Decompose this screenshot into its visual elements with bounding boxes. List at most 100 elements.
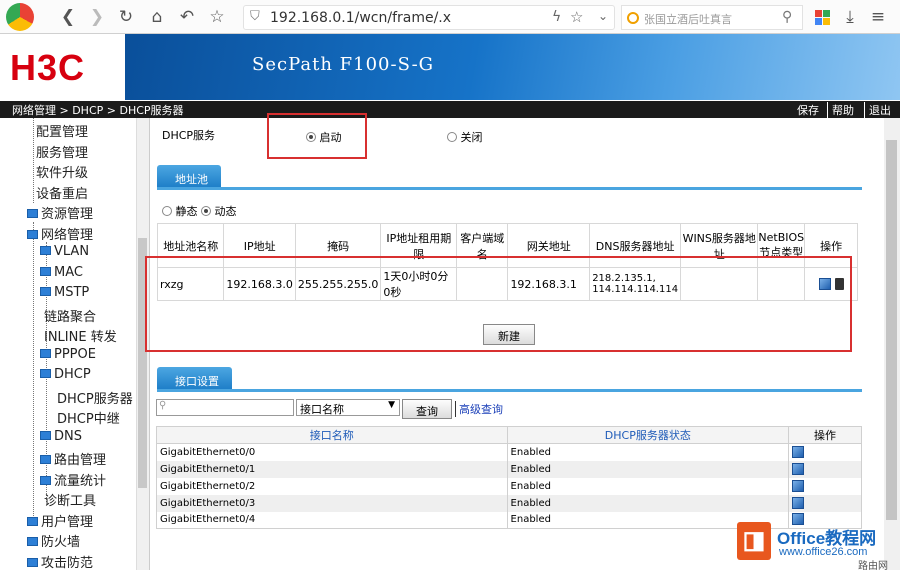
radio-static[interactable]	[162, 206, 172, 216]
sidebar-item-label: 防火墙	[41, 535, 81, 550]
sidebar-item-label: 路由管理	[54, 453, 107, 468]
folder-icon	[27, 230, 38, 239]
watermark-url: www.office26.com	[779, 546, 868, 558]
mode-dynamic-option[interactable]: 动态	[201, 203, 237, 219]
logout-link[interactable]: 退出	[864, 102, 891, 118]
sidebar-item-dhcp[interactable]: DHCP	[40, 367, 91, 382]
folder-icon	[40, 267, 51, 276]
sidebar-item-pppoe[interactable]: PPPOE	[40, 347, 96, 362]
cell-iface-status: Enabled	[507, 460, 790, 478]
sidebar-item-label: MSTP	[54, 285, 90, 300]
lightning-icon[interactable]: ϟ	[552, 9, 561, 25]
dhcp-off-option[interactable]: 关闭	[447, 129, 483, 145]
table-row: GigabitEthernet0/1 Enabled	[156, 460, 862, 478]
download-icon[interactable]: ⤓	[838, 5, 862, 29]
header-banner	[125, 34, 900, 100]
query-button[interactable]: 查询	[402, 399, 452, 419]
sidebar-item-dhcp-server[interactable]: DHCP服务器	[57, 388, 133, 407]
folder-icon	[40, 455, 51, 464]
edit-icon[interactable]	[792, 496, 805, 509]
folder-icon	[40, 476, 51, 485]
sidebar-item-upgrade[interactable]: 软件升级	[36, 162, 88, 181]
browser-logo-icon	[6, 3, 34, 31]
mode-static-label: 静态	[175, 205, 198, 218]
apps-icon[interactable]	[810, 5, 834, 29]
main-scroll-thumb[interactable]	[886, 140, 897, 520]
tab-interface-settings[interactable]: 接口设置	[157, 367, 232, 391]
sidebar-item-users[interactable]: 用户管理	[27, 511, 93, 530]
sidebar-item-vlan[interactable]: VLAN	[40, 244, 89, 259]
forward-icon[interactable]: ❯	[85, 5, 109, 29]
edit-icon[interactable]	[792, 479, 805, 492]
save-link[interactable]: 保存	[797, 102, 819, 118]
filter-select-value: 接口名称	[300, 403, 344, 416]
folder-icon	[40, 369, 51, 378]
folder-icon	[27, 537, 38, 546]
dhcp-service-label: DHCP服务	[162, 129, 216, 142]
iface-search-input[interactable]: ⚲	[156, 399, 294, 416]
search-box[interactable]: 张国立酒后吐真言 ⚲	[621, 5, 803, 30]
sidebar-item-label: DHCP	[54, 367, 91, 382]
sidebar-item-label: 流量统计	[54, 474, 107, 489]
sidebar-item-dhcp-relay[interactable]: DHCP中继	[57, 408, 120, 427]
help-link[interactable]: 帮助	[827, 102, 854, 118]
folder-icon	[27, 558, 38, 567]
sidebar-item-config[interactable]: 配置管理	[36, 121, 88, 140]
address-bar[interactable]: ⛉ 192.168.0.1/wcn/frame/.x ϟ ☆ ⌄	[243, 5, 615, 30]
sidebar-item-inline[interactable]: INLINE 转发	[44, 326, 117, 345]
edit-icon[interactable]	[792, 445, 805, 458]
radio-dynamic[interactable]	[201, 206, 211, 216]
product-name: SecPath F100-S-G	[252, 54, 435, 75]
sidebar-item-label: VLAN	[54, 244, 90, 259]
back-icon[interactable]: ❮	[56, 5, 80, 29]
sidebar-item-network[interactable]: 网络管理	[27, 224, 93, 243]
col-dhcp-status: DHCP服务器状态	[506, 426, 790, 444]
sidebar-item-dns[interactable]: DNS	[40, 429, 82, 444]
chevron-down-icon[interactable]: ⌄	[598, 9, 608, 23]
menu-icon[interactable]: ≡	[866, 5, 890, 29]
advanced-query-link[interactable]: 高级查询	[455, 401, 503, 417]
search-placeholder: 张国立酒后吐真言	[644, 13, 732, 26]
sidebar-item-resource[interactable]: 资源管理	[27, 203, 93, 222]
sidebar-item-diagnose[interactable]: 诊断工具	[44, 490, 96, 509]
cell-iface-name: GigabitEthernet0/3	[156, 494, 508, 512]
col-iface-actions: 操作	[788, 426, 862, 444]
sidebar-item-firewall[interactable]: 防火墙	[27, 531, 80, 550]
tab-address-pool[interactable]: 地址池	[157, 165, 221, 189]
cell-iface-status: Enabled	[507, 443, 790, 461]
star-icon[interactable]: ☆	[205, 5, 229, 29]
breadcrumb: 网络管理 > DHCP > DHCP服务器	[12, 104, 184, 117]
mode-static-option[interactable]: 静态	[162, 203, 198, 219]
sidebar-item-label: PPPOE	[54, 347, 96, 362]
sidebar-item-service[interactable]: 服务管理	[36, 142, 88, 161]
sidebar-item-mstp[interactable]: MSTP	[40, 285, 89, 300]
folder-icon	[40, 287, 51, 296]
sidebar-item-reboot[interactable]: 设备重启	[36, 183, 88, 202]
home-icon[interactable]: ⌂	[145, 5, 169, 29]
filter-select[interactable]: 接口名称 ▼	[296, 399, 400, 416]
cell-iface-name: GigabitEthernet0/0	[156, 443, 508, 461]
edit-icon[interactable]	[792, 462, 805, 475]
cell-iface-actions	[788, 494, 862, 512]
sidebar-item-mac[interactable]: MAC	[40, 265, 83, 280]
search-icon[interactable]: ⚲	[782, 9, 792, 25]
search-engine-icon	[627, 12, 639, 24]
table-row: GigabitEthernet0/0 Enabled	[156, 443, 862, 461]
cell-iface-actions	[788, 477, 862, 495]
cell-iface-actions	[788, 443, 862, 461]
sidebar-item-link-agg[interactable]: 链路聚合	[44, 306, 96, 325]
sidebar-item-label: 用户管理	[41, 515, 94, 530]
sidebar-item-label: 网络管理	[41, 228, 94, 243]
reload-icon[interactable]: ↻	[114, 5, 138, 29]
sidebar-item-routing[interactable]: 路由管理	[40, 449, 106, 468]
bookmark-star-icon[interactable]: ☆	[570, 8, 583, 26]
folder-icon	[27, 209, 38, 218]
undo-icon[interactable]: ↶	[175, 5, 199, 29]
sidebar-item-attack[interactable]: 攻击防范	[27, 552, 93, 570]
sidebar-item-label: DNS	[54, 429, 82, 444]
radio-off[interactable]	[447, 132, 457, 142]
sidebar-item-traffic[interactable]: 流量统计	[40, 470, 106, 489]
cell-iface-name: GigabitEthernet0/2	[156, 477, 508, 495]
address-text: 192.168.0.1/wcn/frame/.x	[270, 10, 452, 26]
sidebar: 配置管理 服务管理 软件升级 设备重启 资源管理 网络管理 VLAN MAC M…	[0, 118, 150, 570]
